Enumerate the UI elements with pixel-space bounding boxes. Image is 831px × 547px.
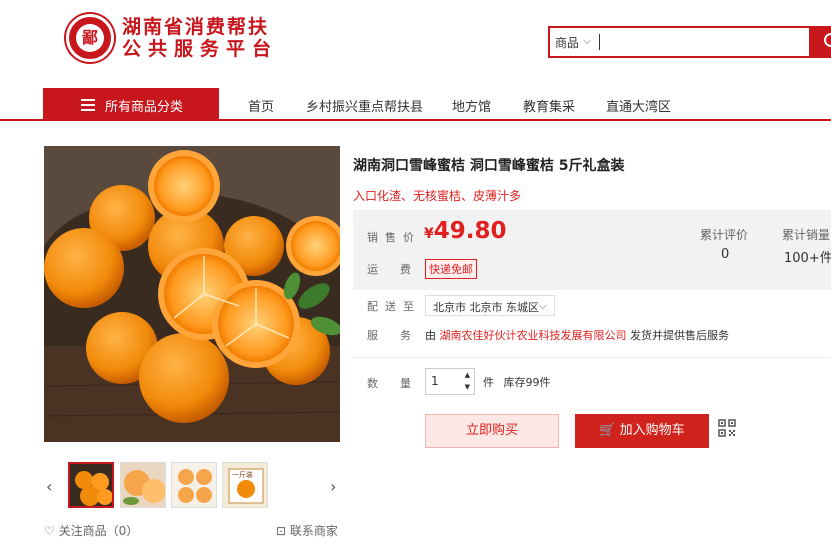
product-title: 湖南洞口雪峰蜜桔 洞口雪峰蜜桔 5斤礼盒装 xyxy=(353,158,625,174)
brand-line-2: 公共服务平台 xyxy=(122,38,279,60)
reviews-count[interactable]: 0 xyxy=(721,247,729,262)
add-to-cart-button[interactable]: 🛒 加入购物车 xyxy=(575,414,709,448)
search-button[interactable] xyxy=(809,26,831,58)
product-price: ¥49.80 xyxy=(424,218,507,244)
quantity-unit: 件 xyxy=(483,376,494,389)
service-prefix: 由 xyxy=(425,329,436,342)
all-categories-button[interactable]: 所有商品分类 xyxy=(43,88,219,121)
search-icon xyxy=(824,33,831,47)
contact-label: 联系商家 xyxy=(289,524,338,538)
chat-icon: ⊡ xyxy=(276,524,287,538)
service-info: 由 湖南农佳好伙计农业科技发展有限公司 发货并提供售后服务 xyxy=(425,327,729,343)
quantity-value[interactable]: 1 xyxy=(431,374,439,388)
chevron-down-icon[interactable]: ⌵ xyxy=(583,34,591,48)
thumbnail-1[interactable] xyxy=(68,462,114,508)
thumbnails-prev-button[interactable]: ‹ xyxy=(46,477,52,496)
cart-icon: 🛒 xyxy=(599,423,616,438)
add-to-cart-label: 加入购物车 xyxy=(619,423,685,438)
search-bar: 商品 ⌵ xyxy=(548,26,831,58)
delivery-label: 配送至 xyxy=(367,300,421,313)
thumbnails-next-button[interactable]: › xyxy=(330,477,336,496)
quantity-increase-button[interactable]: ▲ xyxy=(465,371,470,379)
qr-code-icon[interactable] xyxy=(718,419,736,437)
all-categories-label: 所有商品分类 xyxy=(105,100,184,115)
platform-logo[interactable]: 鄙 xyxy=(66,14,114,62)
divider xyxy=(353,357,831,358)
search-category[interactable]: 商品 xyxy=(555,34,579,51)
nav-item-education-procurement[interactable]: 教育集采 xyxy=(523,96,575,115)
thumbnail-4-label: 一斤装 xyxy=(232,471,253,479)
quantity-stepper[interactable]: 1 ▲ ▼ xyxy=(425,368,475,395)
contact-seller-button[interactable]: ⊡ 联系商家 xyxy=(276,522,338,539)
thumbnail-4[interactable]: 一斤装 xyxy=(222,462,268,508)
reviews-label: 累计评价 xyxy=(700,228,749,242)
sales-count: 100+件 xyxy=(784,251,831,266)
nav-item-rural-revitalization[interactable]: 乡村振兴重点帮扶县 xyxy=(306,96,423,115)
follow-product-button[interactable]: ♡ 关注商品（0） xyxy=(44,522,138,539)
sales-label: 累计销量 xyxy=(782,228,831,242)
brand-line-1: 湖南省消费帮扶 xyxy=(122,16,270,38)
platform-brand[interactable]: 湖南省消费帮扶 公共服务平台 xyxy=(122,16,278,60)
quantity-decrease-button[interactable]: ▼ xyxy=(465,383,470,391)
menu-icon xyxy=(81,99,95,111)
stock-count: 库存99件 xyxy=(503,376,551,389)
delivery-address-select[interactable]: 北京市 北京市 东城区 ⌵ xyxy=(425,295,555,316)
free-shipping-badge: 快递免邮 xyxy=(425,259,477,279)
price-currency: ¥ xyxy=(424,226,434,242)
main-nav: 所有商品分类 首页 乡村振兴重点帮扶县 地方馆 教育集采 直通大湾区 xyxy=(0,88,831,121)
price-label: 销售价 xyxy=(367,231,421,244)
thumbnail-2[interactable] xyxy=(120,462,166,508)
nav-item-local-pavilion[interactable]: 地方馆 xyxy=(452,96,491,115)
shipping-label: 运费 xyxy=(367,263,433,276)
product-main-image xyxy=(44,146,340,442)
quantity-label: 数量 xyxy=(367,377,433,390)
service-label: 服务 xyxy=(367,329,433,342)
service-suffix: 发货并提供售后服务 xyxy=(630,329,729,342)
nav-item-greater-bay-area[interactable]: 直通大湾区 xyxy=(606,96,671,115)
heart-icon: ♡ xyxy=(44,524,55,538)
seller-company-link[interactable]: 湖南农佳好伙计农业科技发展有限公司 xyxy=(440,329,627,342)
price-value: 49.80 xyxy=(433,218,507,244)
chevron-down-icon: ⌵ xyxy=(538,299,547,312)
nav-item-home[interactable]: 首页 xyxy=(248,96,274,115)
search-input[interactable] xyxy=(599,34,600,50)
buy-now-button[interactable]: 立即购买 xyxy=(425,414,559,448)
thumbnail-3[interactable] xyxy=(171,462,217,508)
product-subtitle: 入口化渣、无核蜜桔、皮薄汁多 xyxy=(353,189,522,203)
logo-mark: 鄙 xyxy=(76,24,104,52)
stock-info: 件 库存99件 xyxy=(483,374,551,390)
delivery-address-value: 北京市 北京市 东城区 xyxy=(433,301,539,314)
follow-label: 关注商品（0） xyxy=(58,524,139,538)
